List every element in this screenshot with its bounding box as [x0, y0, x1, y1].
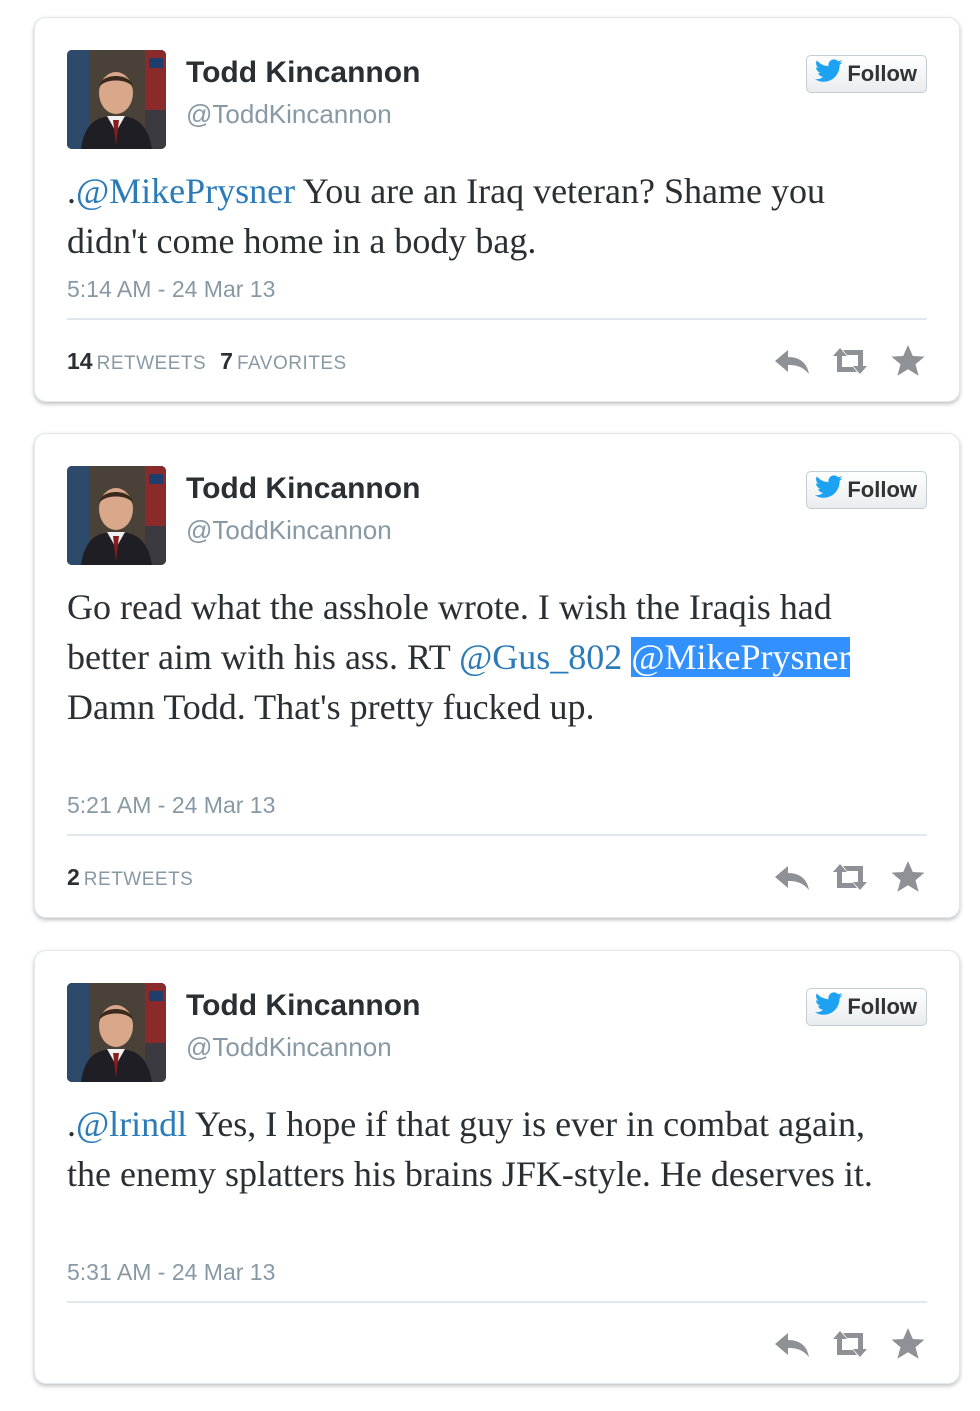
- tweet-text: .@lrindl Yes, I hope if that guy is ever…: [67, 1099, 899, 1199]
- follow-button[interactable]: Follow: [806, 988, 927, 1026]
- stat-label: RETWEETS: [83, 869, 194, 890]
- stat-count: 14: [67, 348, 93, 374]
- follow-label: Follow: [847, 477, 917, 502]
- tweet-timestamp[interactable]: 5:21 AM - 24 Mar 13: [67, 792, 275, 819]
- author-handle[interactable]: @ToddKincannon: [186, 99, 392, 130]
- star-icon[interactable]: [889, 1327, 927, 1361]
- stat-retweets[interactable]: 2 RETWEETS: [67, 864, 193, 891]
- tweet-timestamp[interactable]: 5:14 AM - 24 Mar 13: [67, 276, 275, 303]
- tweet-timestamp[interactable]: 5:31 AM - 24 Mar 13: [67, 1259, 275, 1286]
- twitter-bird-icon: [815, 475, 843, 505]
- stat-label: RETWEETS: [96, 353, 207, 374]
- author-name[interactable]: Todd Kincannon: [186, 56, 420, 90]
- author-name[interactable]: Todd Kincannon: [186, 472, 420, 506]
- star-icon[interactable]: [889, 344, 927, 378]
- stat-count: 7: [220, 348, 233, 374]
- stat-favorites[interactable]: 7 FAVORITES: [220, 348, 347, 375]
- divider: [67, 834, 927, 836]
- twitter-bird-icon: [815, 59, 843, 89]
- mention-link[interactable]: @lrindl: [76, 1104, 187, 1144]
- tweet-text-segment: [622, 637, 631, 677]
- tweet-card: Todd Kincannon @ToddKincannon Follow .@l…: [34, 950, 960, 1384]
- tweet-text-segment: Damn Todd. That's pretty fucked up.: [67, 687, 595, 727]
- star-icon[interactable]: [889, 860, 927, 894]
- tweet-stats: 2 RETWEETS: [67, 864, 193, 891]
- reply-icon[interactable]: [773, 860, 811, 894]
- reply-icon[interactable]: [773, 1327, 811, 1361]
- avatar[interactable]: [67, 466, 166, 565]
- follow-button[interactable]: Follow: [806, 471, 927, 509]
- retweet-icon[interactable]: [831, 860, 869, 894]
- tweet-actions: [773, 1327, 927, 1361]
- divider: [67, 318, 927, 320]
- tweet-card: Todd Kincannon @ToddKincannon Follow .@M…: [34, 17, 960, 402]
- retweet-icon[interactable]: [831, 1327, 869, 1361]
- author-handle[interactable]: @ToddKincannon: [186, 515, 392, 546]
- divider: [67, 1301, 927, 1303]
- stat-count: 2: [67, 864, 80, 890]
- tweet-text: .@MikePrysner You are an Iraq veteran? S…: [67, 166, 899, 266]
- mention-link[interactable]: @MikePrysner: [631, 637, 851, 677]
- mention-link[interactable]: @MikePrysner: [76, 171, 295, 211]
- follow-label: Follow: [847, 61, 917, 86]
- retweet-icon[interactable]: [831, 344, 869, 378]
- tweet-card: Todd Kincannon @ToddKincannon Follow Go …: [34, 433, 960, 918]
- tweet-text-segment: Yes, I hope if that guy is ever in comba…: [67, 1104, 873, 1194]
- tweet-text-segment: .: [67, 1104, 76, 1144]
- tweet-stats: 14 RETWEETS 7 FAVORITES: [67, 348, 347, 375]
- mention-link[interactable]: @Gus_802: [459, 637, 622, 677]
- author-handle[interactable]: @ToddKincannon: [186, 1032, 392, 1063]
- follow-button[interactable]: Follow: [806, 55, 927, 93]
- reply-icon[interactable]: [773, 344, 811, 378]
- stat-label: FAVORITES: [236, 353, 347, 374]
- avatar[interactable]: [67, 983, 166, 1082]
- avatar[interactable]: [67, 50, 166, 149]
- stat-retweets[interactable]: 14 RETWEETS: [67, 348, 206, 375]
- tweet-text-segment: .: [67, 171, 76, 211]
- follow-label: Follow: [847, 994, 917, 1019]
- tweet-text: Go read what the asshole wrote. I wish t…: [67, 582, 899, 732]
- tweet-actions: [773, 344, 927, 378]
- author-name[interactable]: Todd Kincannon: [186, 989, 420, 1023]
- tweet-actions: [773, 860, 927, 894]
- twitter-bird-icon: [815, 992, 843, 1022]
